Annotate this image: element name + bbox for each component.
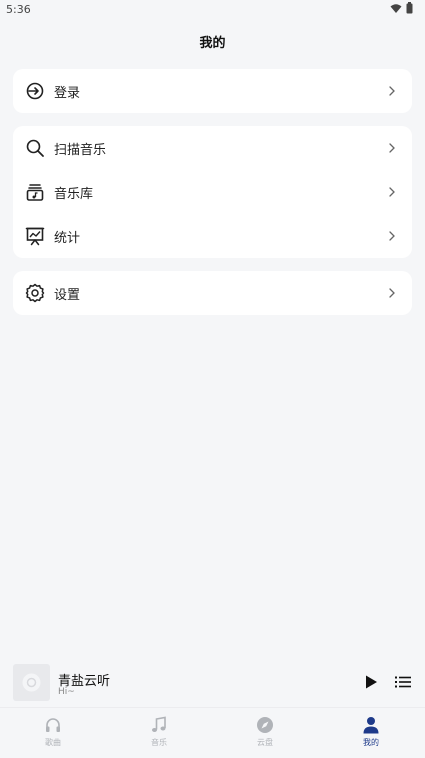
menu-item-label: 扫描音乐 [54,142,107,158]
tab-cloud[interactable]: 云盘 [212,708,318,758]
status-time: 5:36 [6,3,31,16]
compass-icon [257,717,273,733]
page-title: 我的 [199,36,226,51]
tab-label: 音乐 [151,738,167,747]
music-note-icon [152,716,166,732]
wifi-icon [390,3,402,13]
status-bar: 5:36 [0,0,425,20]
play-icon[interactable] [363,674,379,690]
chevron-right-icon [389,288,395,298]
login-card: 登录 [13,69,412,113]
gear-icon [25,283,45,303]
tab-label: 歌曲 [45,738,61,747]
chevron-right-icon [389,187,395,197]
menu-item-music-library[interactable]: 音乐库 [13,170,412,214]
chevron-right-icon [389,231,395,241]
battery-icon [406,2,413,14]
tab-label: 云盘 [257,738,273,747]
menu-item-settings[interactable]: 设置 [13,271,412,315]
statistics-icon [25,227,45,246]
tab-songs[interactable]: 歌曲 [0,708,106,758]
album-cover[interactable] [13,664,50,701]
chevron-right-icon [389,86,395,96]
music-library-icon [26,184,44,201]
person-icon [363,717,379,734]
menu-item-scan-music[interactable]: 扫描音乐 [13,126,412,170]
search-icon [26,139,44,157]
headphones-icon [46,718,60,732]
login-icon [26,82,44,100]
disc-icon [22,673,41,692]
menu-item-label: 登录 [54,85,81,101]
menu-item-label: 音乐库 [54,186,94,202]
status-icons [390,2,413,14]
settings-card: 设置 [13,271,412,315]
menu-item-label: 设置 [54,287,81,303]
tab-music[interactable]: 音乐 [106,708,212,758]
tab-mine[interactable]: 我的 [318,708,424,758]
playlist-icon[interactable] [395,675,411,689]
bottom-tab-bar: 歌曲 音乐 云盘 我的 [0,707,425,758]
tab-label: 我的 [363,738,379,747]
mini-player[interactable]: 青盐云听 Hi~ [0,658,425,707]
menu-item-login[interactable]: 登录 [13,69,412,113]
menu-item-label: 统计 [54,230,81,246]
chevron-right-icon [389,143,395,153]
menu-item-statistics[interactable]: 统计 [13,214,412,258]
music-tools-card: 扫描音乐 音乐库 统计 [13,126,412,258]
player-subtitle: Hi~ [58,687,75,697]
